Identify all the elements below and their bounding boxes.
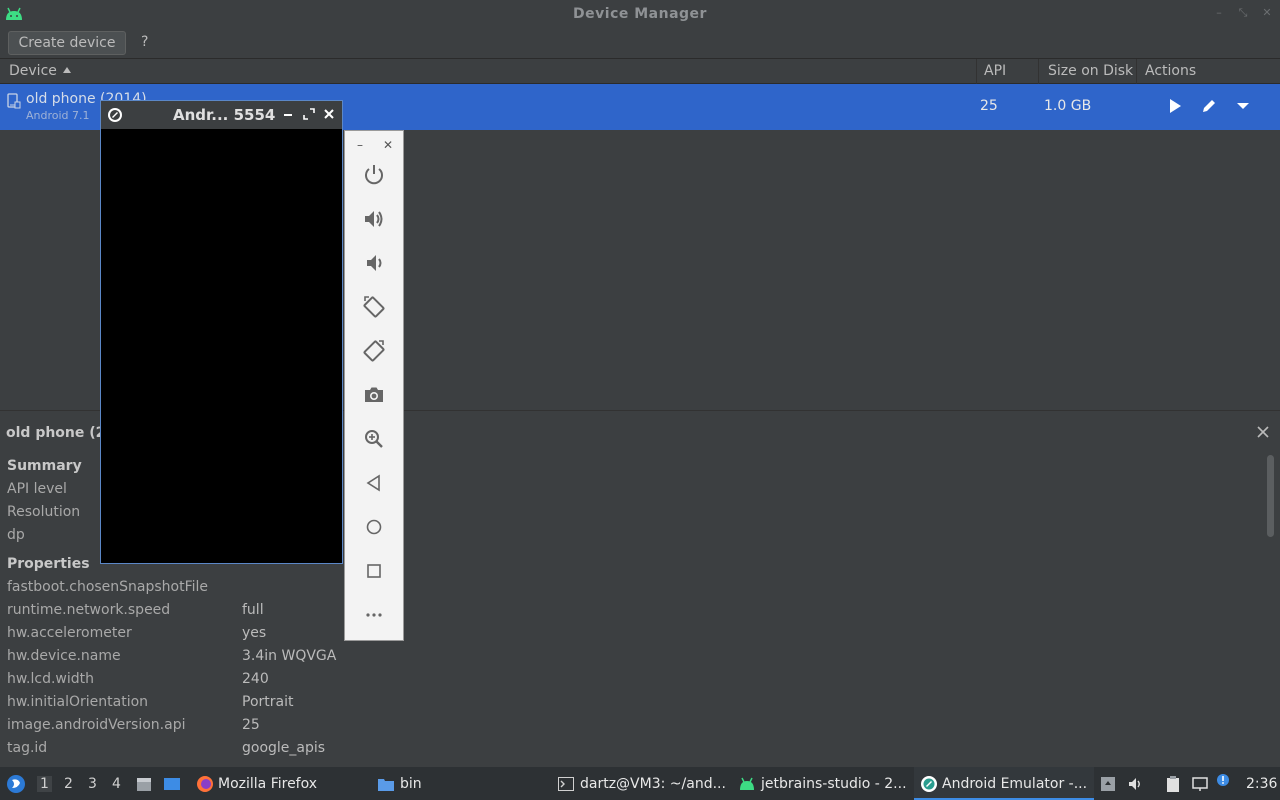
- property-label: tag.id: [7, 740, 48, 756]
- property-value: 25: [242, 717, 260, 733]
- play-icon[interactable]: [1166, 97, 1184, 115]
- help-button[interactable]: ?: [141, 34, 148, 50]
- chevron-down-icon[interactable]: [1234, 97, 1252, 115]
- minimize-icon[interactable]: –: [1214, 7, 1224, 19]
- details-title: old phone (2: [6, 425, 106, 441]
- overview-icon[interactable]: [362, 559, 386, 583]
- phone-icon: [7, 93, 21, 109]
- scrollbar-thumb[interactable]: [1267, 455, 1274, 537]
- task-firefox[interactable]: Mozilla Firefox: [218, 776, 317, 792]
- emulator-toolbar: – ✕: [344, 130, 404, 641]
- property-label: hw.lcd.width: [7, 671, 95, 687]
- window-titlebar: Device Manager – ⤡ ✕: [0, 0, 1280, 29]
- notification-icon[interactable]: [1216, 773, 1230, 787]
- close-icon[interactable]: ✕: [383, 138, 393, 152]
- summary-label: dp: [7, 527, 25, 543]
- column-size[interactable]: Size on Disk: [1048, 63, 1133, 79]
- maximize-icon[interactable]: [303, 108, 315, 120]
- start-menu-icon[interactable]: [6, 774, 26, 794]
- property-label: hw.accelerometer: [7, 625, 132, 641]
- network-icon[interactable]: [1191, 775, 1209, 793]
- property-value: yes: [242, 625, 267, 641]
- summary-heading: Summary: [7, 458, 82, 474]
- task-android-emulator[interactable]: Android Emulator -...: [942, 776, 1087, 792]
- property-label: image.androidVersion.api: [7, 717, 186, 733]
- restore-icon[interactable]: ⤡: [1238, 7, 1248, 19]
- property-label: fastboot.chosenSnapshotFile: [7, 579, 209, 595]
- folder-icon: [378, 779, 394, 791]
- property-label: hw.initialOrientation: [7, 694, 149, 710]
- rotate-right-icon[interactable]: [362, 339, 386, 363]
- close-icon[interactable]: [323, 108, 335, 120]
- task-terminal[interactable]: dartz@VM3: ~/and...: [580, 776, 726, 792]
- android-studio-icon: [740, 777, 754, 790]
- window-title: Device Manager: [573, 6, 707, 22]
- create-device-button[interactable]: Create device: [8, 31, 126, 55]
- device-subtitle: Android 7.1: [26, 109, 90, 122]
- summary-label: API level: [7, 481, 67, 497]
- volume-down-icon[interactable]: [362, 251, 386, 275]
- close-icon[interactable]: [1256, 425, 1270, 439]
- rotate-left-icon[interactable]: [362, 295, 386, 319]
- back-icon[interactable]: [362, 471, 386, 495]
- column-actions[interactable]: Actions: [1145, 63, 1196, 79]
- table-header: Device API Size on Disk Actions: [0, 58, 1280, 84]
- sort-ascending-icon: [62, 67, 71, 73]
- taskbar: 1 2 3 4 Mozilla Firefox bin dartz@VM3: ~…: [0, 767, 1280, 800]
- clipboard-icon[interactable]: [1164, 775, 1182, 793]
- property-value: 3.4in WQVGA: [242, 648, 337, 664]
- property-value: Portrait: [242, 694, 294, 710]
- property-label: runtime.network.speed: [7, 602, 171, 618]
- power-icon[interactable]: [362, 163, 386, 187]
- properties-heading: Properties: [7, 556, 90, 572]
- workspace-1[interactable]: 1: [37, 776, 52, 792]
- task-jetbrains-studio[interactable]: jetbrains-studio - 2...: [761, 776, 907, 792]
- emulator-titlebar[interactable]: Andr... 5554: [101, 101, 342, 129]
- firefox-icon: [197, 776, 213, 792]
- home-icon[interactable]: [362, 515, 386, 539]
- camera-icon[interactable]: [362, 383, 386, 407]
- summary-label: Resolution: [7, 504, 81, 520]
- minimize-icon[interactable]: [282, 108, 294, 120]
- clock[interactable]: 2:36: [1246, 776, 1277, 792]
- zoom-icon[interactable]: [362, 427, 386, 451]
- minimize-icon[interactable]: –: [357, 138, 363, 152]
- toolbar: Create device ?: [0, 29, 1280, 58]
- emulator-icon: [108, 108, 122, 122]
- emulator-title: Andr... 5554: [173, 106, 276, 124]
- volume-up-icon[interactable]: [362, 207, 386, 231]
- edit-icon[interactable]: [1200, 97, 1218, 115]
- close-icon[interactable]: ✕: [1262, 7, 1272, 19]
- terminal-icon: [558, 777, 574, 791]
- workspace-4[interactable]: 4: [112, 776, 121, 792]
- column-api[interactable]: API: [984, 63, 1006, 79]
- property-label: hw.device.name: [7, 648, 121, 664]
- workspace-3[interactable]: 3: [88, 776, 97, 792]
- tray-box-icon[interactable]: [1099, 775, 1117, 793]
- emulator-window[interactable]: Andr... 5554: [100, 100, 343, 564]
- more-icon[interactable]: [362, 603, 386, 627]
- desktop-icon[interactable]: [163, 775, 181, 793]
- file-manager-icon[interactable]: [135, 775, 153, 793]
- device-size: 1.0 GB: [1044, 98, 1092, 114]
- column-device[interactable]: Device: [9, 63, 71, 79]
- property-value: full: [242, 602, 264, 618]
- emulator-icon: [921, 776, 937, 792]
- property-value: google_apis: [242, 740, 326, 756]
- property-value: 240: [242, 671, 269, 687]
- volume-icon[interactable]: [1127, 775, 1145, 793]
- device-api: 25: [980, 98, 998, 114]
- task-bin[interactable]: bin: [400, 776, 422, 792]
- workspace-2[interactable]: 2: [64, 776, 73, 792]
